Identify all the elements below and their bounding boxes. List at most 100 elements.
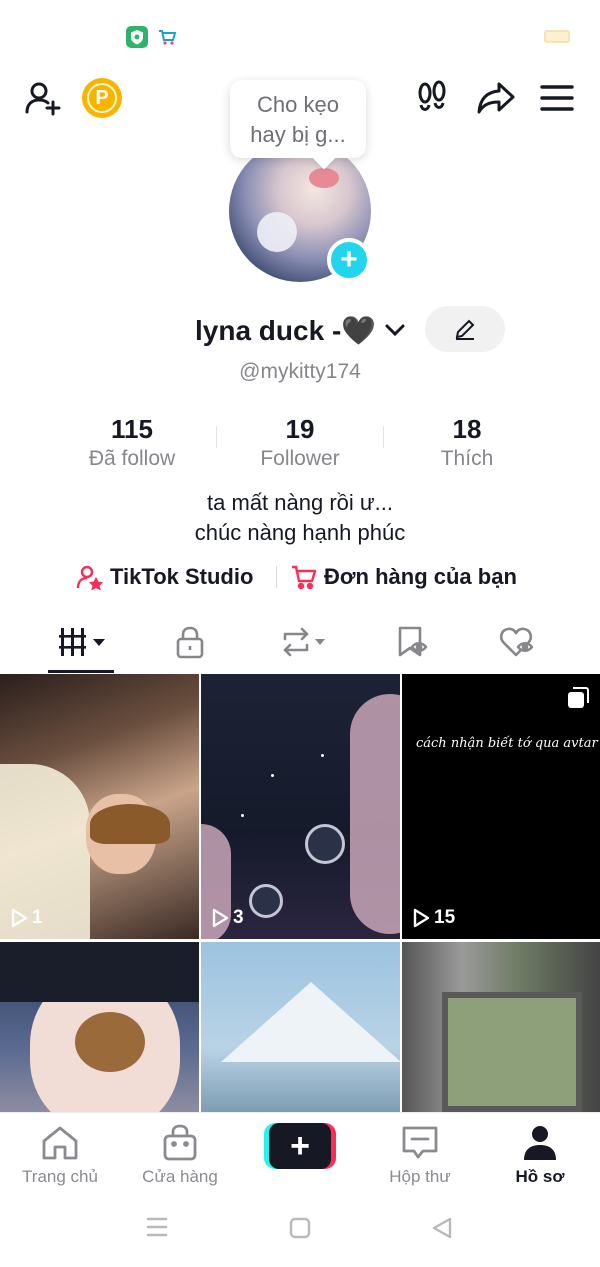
stat-label: Đã follow [88, 447, 176, 470]
tooltip-line-2: hay bị g... [250, 122, 346, 147]
link-divider [276, 566, 277, 588]
shield-app-icon [126, 26, 148, 48]
thumbnail-shape [241, 814, 244, 817]
tab-reposts[interactable] [244, 612, 364, 672]
nav-shop[interactable]: Cửa hàng [120, 1123, 240, 1193]
photo-carousel-icon [566, 686, 590, 715]
view-count: 1 [10, 907, 43, 929]
system-navigation [0, 1196, 600, 1267]
thumbnail-shape [321, 754, 324, 757]
nav-label: Trang chủ [22, 1167, 98, 1186]
edit-profile-button[interactable] [425, 306, 505, 352]
view-count: 15 [412, 907, 455, 929]
video-thumbnail[interactable] [0, 942, 199, 1112]
lock-icon [176, 626, 204, 659]
display-name[interactable]: lyna duck -🖤 [195, 314, 376, 347]
view-count-value: 15 [434, 907, 456, 928]
video-thumbnail[interactable]: 1 [0, 674, 199, 939]
menu-icon[interactable] [535, 76, 579, 120]
tiktok-studio-label: TikTok Studio [110, 564, 254, 589]
stat-divider [216, 426, 217, 448]
status-bar [0, 0, 600, 70]
username: @mykitty174 [0, 360, 600, 384]
nav-label: Hồ sơ [515, 1167, 565, 1186]
stat-following[interactable]: 115 Đã follow [52, 412, 212, 472]
video-thumbnail[interactable] [402, 942, 600, 1112]
view-count: 3 [211, 907, 244, 929]
profile-stats: 115 Đã follow 19 Follower 18 Thích [0, 412, 600, 478]
stat-value: 19 [285, 414, 315, 444]
creator-studio-icon [76, 565, 104, 591]
view-count-value: 1 [32, 907, 43, 928]
add-avatar-button[interactable]: + [327, 238, 371, 282]
nav-label: Cửa hàng [142, 1167, 218, 1186]
thumbnail-shape [271, 774, 274, 777]
liked-icon [499, 627, 534, 657]
bio[interactable]: ta mất nàng rồi ư... chúc nàng hạnh phúc [0, 488, 600, 548]
avatar-tooltip[interactable]: Cho kẹo hay bị g... [230, 80, 366, 158]
share-icon[interactable] [474, 76, 518, 120]
inbox-icon [402, 1126, 438, 1159]
stat-value: 115 [111, 414, 153, 444]
video-thumbnail[interactable] [201, 942, 400, 1112]
battery-icon [544, 30, 570, 43]
active-tab-indicator [48, 670, 114, 673]
recents-icon[interactable] [145, 1216, 169, 1243]
favorites-icon [398, 626, 428, 657]
pencil-icon [455, 319, 475, 340]
video-overlay-text: cách nhận biết tớ qua avtar [416, 736, 598, 751]
tab-favorites[interactable] [352, 612, 472, 672]
video-thumbnail[interactable]: 3 [201, 674, 400, 939]
tiktok-studio-link[interactable]: TikTok Studio [76, 560, 253, 594]
cart-app-icon [156, 26, 178, 48]
avatar-image-detail [257, 212, 297, 252]
nav-profile[interactable]: Hồ sơ [480, 1123, 600, 1193]
play-icon [413, 908, 430, 928]
bottom-navigation: Trang chủ Cửa hàng + Hộp thư Hồ sơ [0, 1112, 600, 1196]
orders-link[interactable]: Đơn hàng của bạn [290, 560, 517, 594]
thumbnail-shape [0, 942, 199, 1002]
create-button[interactable]: + [264, 1123, 336, 1169]
thumbnail-shape [305, 824, 345, 864]
view-count-value: 3 [233, 907, 244, 928]
tab-private[interactable] [130, 612, 250, 672]
play-icon [212, 908, 229, 928]
orders-label: Đơn hàng của bạn [324, 564, 517, 589]
add-friend-icon[interactable] [20, 76, 64, 120]
thumbnail-shape [442, 992, 582, 1112]
thumbnail-shape [90, 804, 170, 844]
thumbnail-shape [350, 694, 400, 934]
video-thumbnail[interactable]: cách nhận biết tớ qua avtar 15 [402, 674, 600, 939]
play-icon [11, 908, 28, 928]
plus-icon: + [269, 1123, 331, 1169]
stat-label: Thích [440, 447, 494, 470]
bio-line-1: ta mất nàng rồi ư... [207, 490, 393, 515]
tab-videos[interactable] [24, 612, 144, 672]
username-text: @mykitty174 [239, 360, 361, 383]
video-grid: 1 3 cách nhận biết tớ qua avtar 15 [0, 674, 600, 1112]
avatar-image-bow [309, 168, 339, 188]
bio-line-2: chúc nàng hạnh phúc [194, 520, 406, 545]
chevron-down-icon[interactable] [384, 322, 406, 343]
stat-value: 18 [452, 414, 482, 444]
coin-label: P [87, 83, 117, 113]
nav-inbox[interactable]: Hộp thư [360, 1123, 480, 1193]
stat-followers[interactable]: 19 Follower [220, 412, 380, 472]
thumbnail-shape [75, 1012, 145, 1072]
footprints-icon[interactable] [410, 76, 454, 120]
videos-grid-icon [59, 628, 105, 656]
stat-likes[interactable]: 18 Thích [387, 412, 547, 472]
tooltip-line-1: Cho kẹo [257, 92, 339, 117]
coin-icon[interactable]: P [82, 78, 122, 118]
nav-label: Hộp thư [389, 1167, 451, 1186]
name-row: lyna duck -🖤 [0, 306, 600, 356]
tab-liked[interactable] [458, 612, 578, 672]
profile-links: TikTok Studio Đơn hàng của bạn [0, 560, 600, 594]
repost-icon [283, 627, 325, 657]
profile-icon [524, 1126, 556, 1160]
nav-home[interactable]: Trang chủ [0, 1123, 120, 1193]
stat-divider [383, 426, 384, 448]
thumbnail-shape [249, 884, 283, 918]
home-system-icon[interactable] [288, 1216, 312, 1245]
back-icon[interactable] [430, 1216, 454, 1245]
